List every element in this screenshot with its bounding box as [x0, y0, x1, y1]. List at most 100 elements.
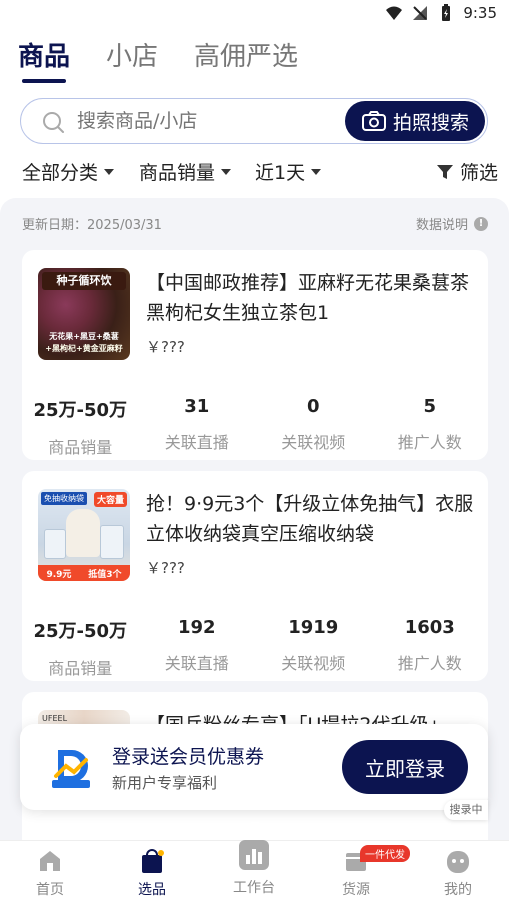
- stat-value: 31: [184, 396, 210, 417]
- thumb-figure: [66, 509, 100, 557]
- caret-down-icon: [221, 168, 232, 175]
- thumb-caption: 无花果+黑豆+桑葚: [49, 332, 119, 341]
- caret-down-icon: [104, 168, 115, 175]
- filter-screen-button[interactable]: 筛选: [436, 158, 498, 185]
- filter-screen-label: 筛选: [459, 162, 498, 184]
- product-price: ￥???: [146, 338, 185, 356]
- filter-period[interactable]: 近1天: [255, 158, 322, 185]
- wifi-icon: [386, 6, 403, 20]
- stat-video: 1919 关联视频: [255, 617, 372, 679]
- thumb-brand: UFEEL: [42, 714, 68, 723]
- no-signal-icon: [413, 6, 428, 20]
- login-subtitle: 新用户专享福利: [112, 774, 218, 792]
- shopping-bag-icon: [142, 849, 164, 873]
- stat-value: 25万-50万: [33, 400, 128, 421]
- stat-value: 5: [423, 396, 437, 417]
- stat-label: 推广人数: [397, 433, 462, 452]
- stat-label: 商品销量: [48, 659, 113, 678]
- stat-label: 关联直播: [164, 433, 229, 452]
- stat-promoters: 1603 推广人数: [372, 617, 489, 679]
- product-title: 【中国邮政推荐】亚麻籽无花果桑葚茶黑枸杞女生独立茶包1: [146, 272, 470, 324]
- thumb-tag: 大容量: [93, 492, 127, 507]
- status-time: 9:35: [463, 4, 497, 22]
- stat-label: 关联视频: [281, 654, 346, 673]
- profile-icon: [447, 851, 469, 873]
- product-card[interactable]: 免抽收纳袋 大容量 9.9元 抵值3个 抢！9·9元3个【升级立体免抽气】衣服立…: [22, 471, 488, 681]
- stat-value: 1919: [288, 617, 339, 638]
- thumb-price-strip: 9.9元 抵值3个: [38, 565, 130, 581]
- bottom-nav: 首页 选品 工作台 一件代发 货源 我的: [0, 840, 509, 904]
- camera-icon: [361, 111, 386, 131]
- product-thumbnail: 种子循环饮 无花果+黑豆+桑葚 +黑枸杞+黄金亚麻籽: [38, 268, 130, 360]
- thumb-tag: 免抽收纳袋: [41, 492, 87, 505]
- product-card[interactable]: 种子循环饮 无花果+黑豆+桑葚 +黑枸杞+黄金亚麻籽 【中国邮政推荐】亚麻籽无花…: [22, 250, 488, 460]
- photo-search-button[interactable]: 拍照搜索: [345, 101, 485, 141]
- nav-label: 货源: [342, 882, 370, 898]
- thumb-price-note: 抵值3个: [88, 569, 122, 580]
- stat-sales: 25万-50万 商品销量: [22, 617, 139, 679]
- status-bar: 9:35: [0, 0, 509, 30]
- product-price: ￥???: [146, 559, 185, 577]
- stat-live: 31 关联直播: [139, 396, 256, 458]
- tab-products[interactable]: 商品: [18, 36, 70, 83]
- stat-label: 关联直播: [164, 654, 229, 673]
- stat-value: 25万-50万: [33, 621, 128, 642]
- tab-high-commission[interactable]: 高佣严选: [194, 36, 298, 81]
- filter-bar: 全部分类 商品销量 近1天 筛选: [22, 158, 498, 186]
- status-icons: 9:35: [385, 4, 497, 22]
- filter-sort[interactable]: 商品销量: [139, 158, 232, 185]
- top-tabs: 商品 小店 高佣严选: [18, 36, 298, 83]
- battery-icon: [442, 4, 451, 21]
- tab-shops[interactable]: 小店: [106, 36, 158, 81]
- filter-sort-label: 商品销量: [139, 162, 216, 184]
- login-button[interactable]: 立即登录: [342, 740, 468, 794]
- photo-search-label: 拍照搜索: [392, 111, 469, 134]
- caret-down-icon: [311, 168, 322, 175]
- nav-item-selection[interactable]: 选品: [112, 847, 192, 899]
- info-icon: !: [474, 216, 488, 231]
- merchant-assistant-logo: [50, 746, 92, 788]
- funnel-icon: [436, 164, 453, 179]
- stat-label: 商品销量: [48, 438, 113, 457]
- nav-label: 选品: [138, 882, 166, 898]
- nav-label: 首页: [36, 882, 64, 898]
- stat-live: 192 关联直播: [139, 617, 256, 679]
- product-stats: 25万-50万 商品销量 192 关联直播 1919 关联视频 1603 推广人数: [22, 617, 488, 679]
- nav-item-workbench[interactable]: 工作台: [214, 837, 294, 897]
- dropship-badge: 一件代发: [360, 845, 410, 862]
- stat-video: 0 关联视频: [255, 396, 372, 458]
- nav-label: 工作台: [233, 880, 275, 896]
- thumb-bag: [100, 525, 124, 559]
- chart-icon: [239, 840, 269, 870]
- nav-item-mine[interactable]: 我的: [418, 847, 498, 899]
- thumb-banner: 种子循环饮: [42, 272, 126, 290]
- search-bar: 拍照搜索: [20, 98, 488, 144]
- nav-item-home[interactable]: 首页: [10, 847, 90, 899]
- stat-value: 1603: [404, 617, 455, 638]
- login-banner[interactable]: 登录送会员优惠券 新用户专享福利 立即登录: [20, 724, 488, 810]
- filter-category-label: 全部分类: [22, 162, 99, 184]
- thumb-price: 9.9元: [46, 569, 72, 580]
- search-input[interactable]: [77, 99, 337, 142]
- stat-label: 推广人数: [397, 654, 462, 673]
- nav-item-sourcing[interactable]: 一件代发 货源: [316, 845, 410, 899]
- thumb-caption: +黑枸杞+黄金亚麻籽: [45, 344, 123, 353]
- filter-period-label: 近1天: [255, 162, 306, 184]
- nav-label: 我的: [444, 882, 472, 898]
- search-icon: [43, 112, 64, 133]
- stat-value: 192: [177, 617, 216, 638]
- home-icon: [40, 851, 60, 871]
- thumb-bag: [44, 529, 66, 559]
- filter-category[interactable]: 全部分类: [22, 158, 115, 185]
- login-title: 登录送会员优惠券: [112, 746, 265, 768]
- update-date: 更新日期：2025/03/31: [22, 218, 162, 233]
- stat-label: 关联视频: [281, 433, 346, 452]
- floating-button[interactable]: 搜录中: [444, 800, 488, 820]
- product-title: 抢！9·9元3个【升级立体免抽气】衣服立体收纳袋真空压缩收纳袋: [146, 493, 474, 545]
- stat-promoters: 5 推广人数: [372, 396, 489, 458]
- info-bar: 更新日期：2025/03/31 数据说明 !: [22, 214, 488, 233]
- data-note-button[interactable]: 数据说明 !: [416, 214, 488, 233]
- stat-sales: 25万-50万 商品销量: [22, 396, 139, 458]
- product-stats: 25万-50万 商品销量 31 关联直播 0 关联视频 5 推广人数: [22, 396, 488, 458]
- stat-value: 0: [306, 396, 320, 417]
